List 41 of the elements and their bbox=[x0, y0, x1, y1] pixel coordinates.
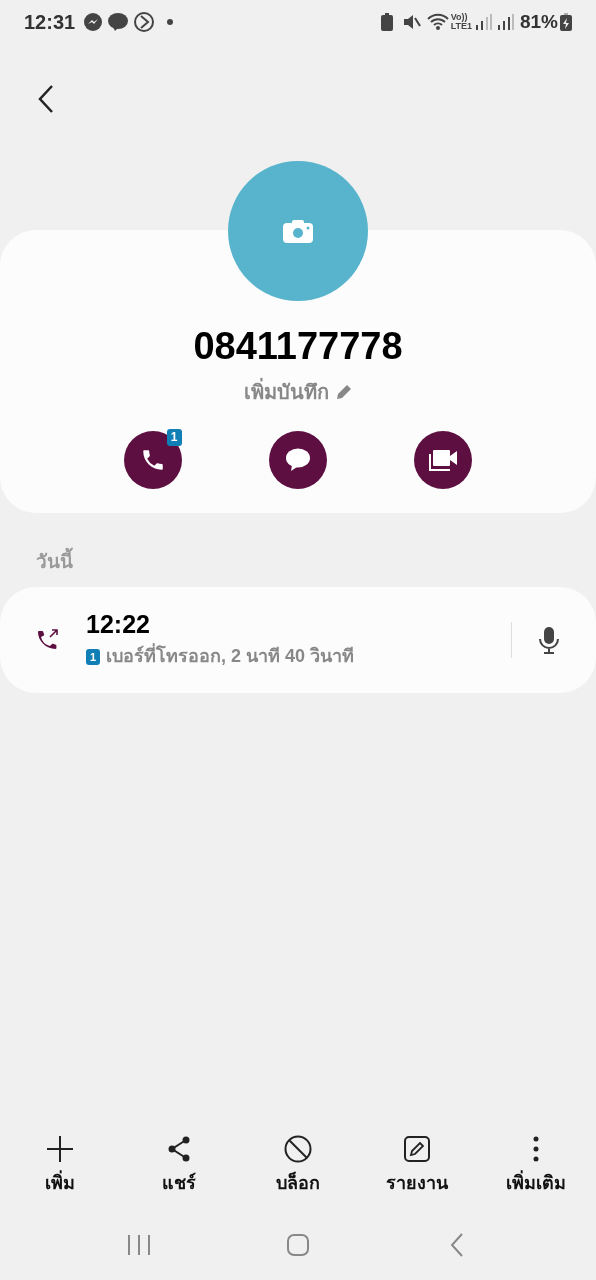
battery-percent: 81% bbox=[519, 9, 558, 34]
contact-number: 0841177778 bbox=[193, 324, 403, 369]
toolbar-button[interactable]: บล็อก bbox=[238, 1134, 358, 1197]
call-time: 12:22 bbox=[86, 609, 151, 639]
back-icon bbox=[449, 1233, 464, 1257]
chat-bubble-icon bbox=[107, 12, 130, 32]
signal-icon bbox=[475, 14, 492, 30]
recent-apps-icon bbox=[127, 1234, 152, 1256]
toolbar-button[interactable]: แชร์ bbox=[119, 1134, 239, 1197]
status-time: 12:31 bbox=[24, 10, 76, 35]
sim-badge: 1 bbox=[166, 429, 182, 446]
play-circle-icon bbox=[133, 11, 156, 33]
messenger-icon bbox=[83, 12, 104, 32]
video-camera-icon bbox=[427, 448, 460, 472]
battery-charging-icon bbox=[560, 13, 572, 31]
more-icon bbox=[533, 1136, 540, 1162]
plus-icon bbox=[45, 1135, 74, 1163]
battery-saver-icon bbox=[380, 13, 393, 31]
toolbar-button[interactable]: รายงาน bbox=[357, 1134, 477, 1197]
home-icon bbox=[286, 1233, 310, 1257]
section-heading: วันนี้ bbox=[36, 548, 596, 577]
volte-label: Vo)) bbox=[450, 13, 468, 22]
mute-icon bbox=[402, 13, 421, 31]
back-icon bbox=[38, 85, 54, 113]
toolbar-button[interactable]: เพิ่ม bbox=[0, 1134, 120, 1197]
chat-bubble-icon bbox=[284, 447, 312, 473]
lte-label: LTE1 bbox=[450, 22, 472, 31]
share-icon bbox=[166, 1136, 191, 1162]
edit-icon bbox=[404, 1136, 431, 1162]
pencil-icon bbox=[334, 383, 353, 401]
camera-icon bbox=[283, 219, 313, 243]
wifi-icon bbox=[426, 13, 449, 31]
block-icon bbox=[284, 1135, 312, 1163]
outgoing-call-icon bbox=[36, 627, 60, 652]
dot-icon bbox=[167, 19, 174, 25]
call-detail: เบอร์ที่โทรออก, 2 นาที 40 วินาที bbox=[106, 643, 355, 670]
toolbar-button[interactable]: เพิ่มเติม bbox=[476, 1134, 596, 1197]
microphone-icon[interactable] bbox=[538, 625, 560, 654]
call-log-item[interactable]: 12:22 1 เบอร์ที่โทรออก, 2 นาที 40 วินาที bbox=[0, 586, 596, 693]
signal-icon bbox=[497, 14, 514, 30]
sim-badge: 1 bbox=[86, 648, 100, 665]
